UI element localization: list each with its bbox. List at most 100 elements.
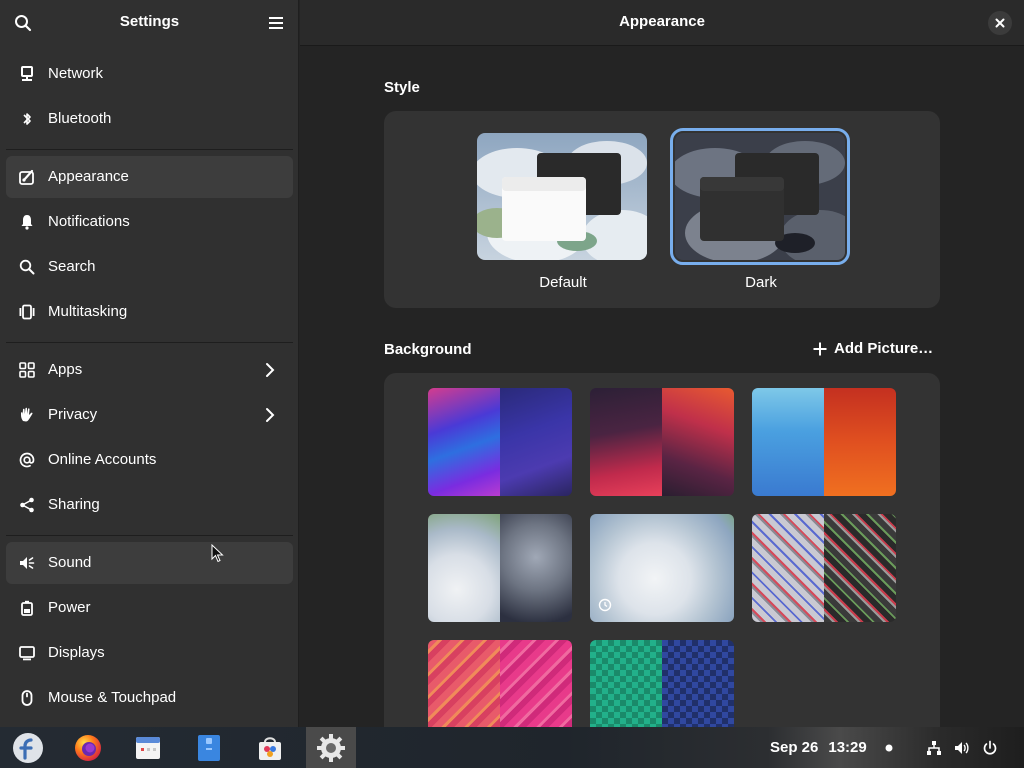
power-icon: [983, 740, 997, 755]
volume-status[interactable]: [953, 739, 971, 757]
sidebar-item-multitasking[interactable]: Multitasking: [6, 291, 293, 333]
display-icon: [18, 645, 36, 661]
hand-icon: [18, 407, 36, 423]
wallpaper-thumbnail[interactable]: [752, 388, 896, 496]
sidebar-item-sharing[interactable]: Sharing: [6, 484, 293, 526]
notification-dot[interactable]: [880, 739, 898, 757]
background-section-title: Background: [384, 341, 472, 358]
style-option-label: Dark: [745, 274, 777, 291]
software-store-icon: [259, 736, 281, 760]
sidebar-separator: [6, 535, 293, 536]
style-card: Default Dark: [384, 111, 940, 308]
taskbar-settings[interactable]: [306, 727, 356, 768]
main-header: Appearance: [300, 0, 1024, 46]
wallpaper-thumbnail[interactable]: [428, 514, 572, 622]
calendar-icon: [136, 736, 160, 759]
sidebar-item-privacy[interactable]: Privacy: [6, 394, 293, 436]
network-icon: [18, 66, 36, 82]
sidebar-item-mouse-touchpad[interactable]: Mouse & Touchpad: [6, 677, 293, 719]
sidebar-item-power[interactable]: Power: [6, 587, 293, 629]
taskbar-fedora[interactable]: [3, 727, 53, 768]
sidebar-separator: [6, 149, 293, 150]
sidebar-item-label: Privacy: [48, 406, 98, 423]
taskbar-firefox[interactable]: [63, 727, 113, 768]
multitasking-icon: [18, 304, 36, 320]
power-status[interactable]: [981, 739, 999, 757]
taskbar: Sep 26 13:29: [0, 727, 1024, 768]
wallpaper-thumbnail[interactable]: [590, 388, 734, 496]
sidebar-item-online-accounts[interactable]: Online Accounts: [6, 439, 293, 481]
mouse-icon: [18, 690, 36, 706]
dot-icon: [885, 744, 893, 752]
settings-gear-icon: [317, 733, 345, 762]
sidebar-item-label: Sharing: [48, 496, 100, 513]
fedora-logo-icon: [13, 732, 43, 763]
appearance-icon: [18, 169, 36, 185]
sidebar-item-label: Network: [48, 65, 104, 82]
plus-icon: [813, 342, 827, 355]
close-icon: [995, 18, 1005, 28]
wallpaper-thumbnail[interactable]: [590, 640, 734, 727]
wired-network-icon: [927, 741, 941, 755]
sidebar-item-label: Apps: [48, 361, 83, 378]
sidebar: Settings Network Bluetooth Appearance No…: [0, 0, 299, 727]
network-status[interactable]: [925, 739, 943, 757]
sidebar-item-label: Sound: [48, 554, 92, 571]
apps-grid-icon: [18, 362, 36, 378]
sidebar-item-label: Multitasking: [48, 303, 128, 320]
speaker-icon: [18, 555, 36, 571]
sidebar-item-label: Bluetooth: [48, 110, 112, 127]
clock[interactable]: Sep 26 13:29: [770, 739, 877, 756]
sidebar-item-label: Online Accounts: [48, 451, 157, 468]
hamburger-menu-icon: [269, 17, 283, 29]
search-icon: [18, 259, 36, 275]
battery-icon: [18, 600, 36, 616]
at-sign-icon: [18, 452, 36, 468]
sidebar-item-displays[interactable]: Displays: [6, 632, 293, 674]
add-picture-button[interactable]: Add Picture…: [812, 340, 933, 357]
close-button[interactable]: [988, 11, 1012, 35]
main-menu-button[interactable]: [263, 10, 289, 36]
sidebar-title: Settings: [119, 13, 180, 30]
volume-icon: [955, 742, 969, 754]
add-picture-label: Add Picture…: [834, 340, 934, 357]
clock-icon: [598, 598, 612, 612]
sidebar-separator: [6, 342, 293, 343]
sidebar-item-appearance[interactable]: Appearance: [6, 156, 293, 198]
sidebar-item-notifications[interactable]: Notifications: [6, 201, 293, 243]
taskbar-calendar[interactable]: [123, 727, 173, 768]
firefox-icon: [75, 734, 101, 761]
clock-date: Sep 26: [770, 739, 819, 756]
main-content: Appearance Style Default Dark Background…: [300, 0, 1024, 727]
wallpaper-thumbnail[interactable]: [590, 514, 734, 622]
sidebar-item-label: Displays: [48, 644, 105, 661]
wallpaper-thumbnail[interactable]: [752, 514, 896, 622]
sidebar-item-apps[interactable]: Apps: [6, 349, 293, 391]
wallpaper-thumbnail[interactable]: [428, 388, 572, 496]
sidebar-item-label: Power: [48, 599, 91, 616]
sidebar-item-label: Mouse & Touchpad: [48, 689, 177, 706]
sidebar-item-sound[interactable]: Sound: [6, 542, 293, 584]
taskbar-software[interactable]: [245, 727, 295, 768]
text-editor-icon: [198, 734, 220, 761]
sidebar-item-network[interactable]: Network: [6, 53, 293, 95]
page-title: Appearance: [619, 13, 705, 30]
bell-icon: [18, 214, 36, 230]
style-option-default[interactable]: Default: [477, 133, 649, 291]
wallpaper-thumbnail[interactable]: [428, 640, 572, 727]
share-icon: [18, 497, 36, 513]
style-section-title: Style: [384, 79, 420, 96]
chevron-right-icon: [266, 363, 275, 377]
sidebar-header: Settings: [0, 0, 299, 46]
sidebar-item-label: Notifications: [48, 213, 130, 230]
sidebar-item-label: Appearance: [48, 168, 129, 185]
style-option-label: Default: [539, 274, 587, 291]
style-option-dark[interactable]: Dark: [670, 128, 850, 291]
sidebar-item-bluetooth[interactable]: Bluetooth: [6, 98, 293, 140]
clock-time: 13:29: [828, 739, 867, 756]
style-dark-preview: [670, 128, 850, 265]
mouse-cursor: [211, 544, 224, 563]
sidebar-item-search[interactable]: Search: [6, 246, 293, 288]
bluetooth-icon: [18, 111, 36, 127]
taskbar-text-editor[interactable]: [184, 727, 234, 768]
